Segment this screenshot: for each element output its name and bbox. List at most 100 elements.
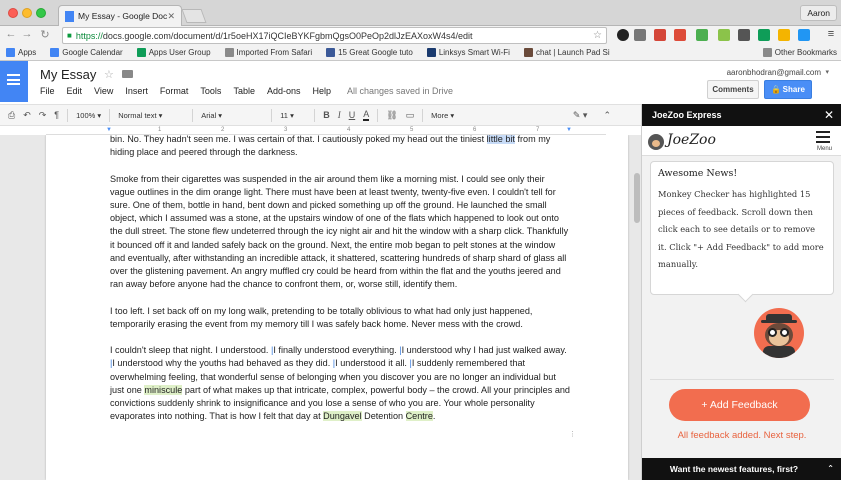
paragraph: I couldn't sleep that night. I understoo…	[110, 345, 570, 422]
document-canvas: bin. No. They hadn't seen me. I was cert…	[0, 135, 641, 480]
browser-menu-icon[interactable]: ≡	[824, 28, 838, 40]
italic-button[interactable]: I	[338, 110, 341, 120]
document-page[interactable]: bin. No. They hadn't seen me. I was cert…	[46, 135, 628, 480]
share-button[interactable]: 🔒 Share	[764, 80, 812, 99]
joezoo-logo-text: JoeZoo	[667, 132, 716, 148]
ruler-mark: 5	[410, 127, 414, 133]
menu-label[interactable]: Menu	[817, 146, 832, 152]
chevron-down-icon[interactable]: ▾	[825, 68, 829, 76]
extension-icon[interactable]	[738, 29, 750, 41]
forward-arrow-icon[interactable]: →	[20, 28, 34, 40]
feedback-highlight[interactable]: Centre	[405, 411, 433, 422]
docs-logo-icon[interactable]	[0, 61, 28, 102]
bookmark-launch-pad-chat[interactable]: chat | Launch Pad Si	[523, 48, 610, 57]
bookmark-star-icon[interactable]: ☆	[593, 30, 602, 41]
bookmark-imported-from-safari[interactable]: Imported From Safari	[224, 48, 312, 57]
minimize-window-button[interactable]	[22, 8, 32, 18]
menu-help[interactable]: Help	[312, 86, 331, 96]
text-color-button[interactable]: A	[363, 109, 370, 121]
close-window-button[interactable]	[8, 8, 18, 18]
extension-icon[interactable]	[758, 29, 770, 41]
extension-icon[interactable]	[634, 29, 646, 41]
pen-icon[interactable]: ✎ ▾	[573, 110, 588, 121]
google-plus-extension-icon[interactable]	[674, 29, 686, 41]
next-step-link[interactable]: All feedback added. Next step.	[642, 430, 841, 441]
joezoo-brand-bar: JoeZoo Menu	[642, 126, 841, 156]
extension-joezoo-icon[interactable]	[617, 29, 629, 41]
back-arrow-icon[interactable]: ←	[4, 28, 18, 40]
maximize-window-button[interactable]	[36, 8, 46, 18]
menu-table[interactable]: Table	[233, 86, 255, 96]
redo-icon[interactable]: ↷	[39, 110, 47, 121]
font-select[interactable]: Arial ▾	[201, 111, 263, 120]
menu-add-ons[interactable]: Add-ons	[267, 86, 301, 96]
new-tab-button[interactable]	[181, 9, 207, 23]
indent-marker-icon[interactable]: ▼	[106, 127, 112, 133]
folder-icon[interactable]	[122, 70, 133, 78]
extension-icon[interactable]	[778, 29, 790, 41]
scrollbar[interactable]	[633, 135, 641, 480]
group-icon	[136, 48, 146, 57]
style-select[interactable]: Normal text ▾	[118, 111, 184, 120]
document-body[interactable]: bin. No. They hadn't seen me. I was cert…	[110, 135, 570, 437]
underline-button[interactable]: U	[349, 110, 356, 120]
zoom-select[interactable]: 100% ▾	[76, 111, 101, 120]
ruler-mark: 7	[536, 127, 540, 133]
bookmarks-bar: Apps Google Calendar Apps User Group Imp…	[0, 45, 841, 61]
reload-icon[interactable]: ↻	[38, 28, 52, 41]
comments-button[interactable]: Comments	[707, 80, 759, 99]
ruler-mark: 6	[473, 127, 477, 133]
tab-close-icon[interactable]: ✕	[167, 11, 175, 22]
bookmark-linksys[interactable]: Linksys Smart Wi-Fi	[426, 48, 510, 57]
menu-format[interactable]: Format	[160, 86, 189, 96]
menu-insert[interactable]: Insert	[125, 86, 148, 96]
menu-view[interactable]: View	[94, 86, 113, 96]
bookmark-apps[interactable]: Apps	[6, 48, 36, 57]
font-size-select[interactable]: 11 ▾	[280, 111, 306, 120]
bold-button[interactable]: B	[323, 110, 330, 120]
other-bookmarks[interactable]: Other Bookmarks	[762, 48, 837, 57]
extension-icon[interactable]	[798, 29, 810, 41]
extension-icon[interactable]	[696, 29, 708, 41]
extension-icon[interactable]	[718, 29, 730, 41]
profile-button[interactable]: Aaron	[800, 5, 837, 21]
chevron-up-icon[interactable]: ⌃	[827, 458, 834, 480]
collapse-chevron-icon[interactable]: ⌃	[603, 110, 611, 121]
folder-icon	[762, 48, 772, 57]
undo-icon[interactable]: ↶	[23, 110, 31, 121]
newest-features-bar[interactable]: Want the newest features, first? ⌃	[642, 458, 841, 480]
document-title[interactable]: My Essay	[40, 67, 96, 82]
gmail-extension-icon[interactable]	[654, 29, 666, 41]
star-icon[interactable]: ☆	[104, 68, 114, 81]
close-icon[interactable]: ✕	[824, 104, 834, 126]
more-button[interactable]: More ▾	[431, 111, 454, 120]
browser-tab[interactable]: My Essay - Google Docs ✕	[58, 5, 182, 26]
right-indent-marker-icon[interactable]: ▼	[566, 127, 572, 133]
site-icon	[326, 48, 336, 57]
link-icon[interactable]: ⛓	[386, 110, 397, 121]
feedback-highlight[interactable]: Dungavel	[323, 411, 362, 422]
menu-file[interactable]: File	[40, 86, 55, 96]
browser-tab-strip: My Essay - Google Docs ✕ Aaron	[0, 0, 841, 26]
add-feedback-button[interactable]: + Add Feedback	[669, 389, 810, 421]
divider	[650, 379, 834, 380]
print-icon[interactable]: ⎙	[8, 110, 15, 121]
selected-text: little bit	[486, 135, 515, 144]
newest-features-text: Want the newest features, first?	[669, 464, 799, 474]
menu-tools[interactable]: Tools	[200, 86, 221, 96]
more-options-icon[interactable]: ⋮	[569, 430, 576, 438]
scrollbar-thumb[interactable]	[634, 173, 640, 223]
news-card: Awesome News! Monkey Checker has highlig…	[650, 161, 834, 295]
comment-icon[interactable]: ▭	[406, 110, 415, 121]
bookmark-apps-user-group[interactable]: Apps User Group	[136, 48, 211, 57]
paragraph: Smoke from their cigarettes was suspende…	[110, 173, 569, 290]
feedback-highlight[interactable]: miniscule	[144, 384, 183, 395]
address-bar[interactable]: ■ https://docs.google.com/document/d/1r5…	[62, 27, 607, 44]
account-email[interactable]: aaronbhodran@gmail.com	[727, 68, 821, 77]
paint-format-icon[interactable]: ¶	[54, 110, 59, 120]
ruler[interactable]: ▼ 1 2 3 4 5 6 7 ▼	[46, 127, 606, 135]
menu-edit[interactable]: Edit	[67, 86, 83, 96]
bookmark-google-tutorials[interactable]: 15 Great Google tuto	[326, 48, 413, 57]
bookmark-google-calendar[interactable]: Google Calendar	[50, 48, 123, 57]
hamburger-menu-icon[interactable]	[816, 131, 830, 146]
